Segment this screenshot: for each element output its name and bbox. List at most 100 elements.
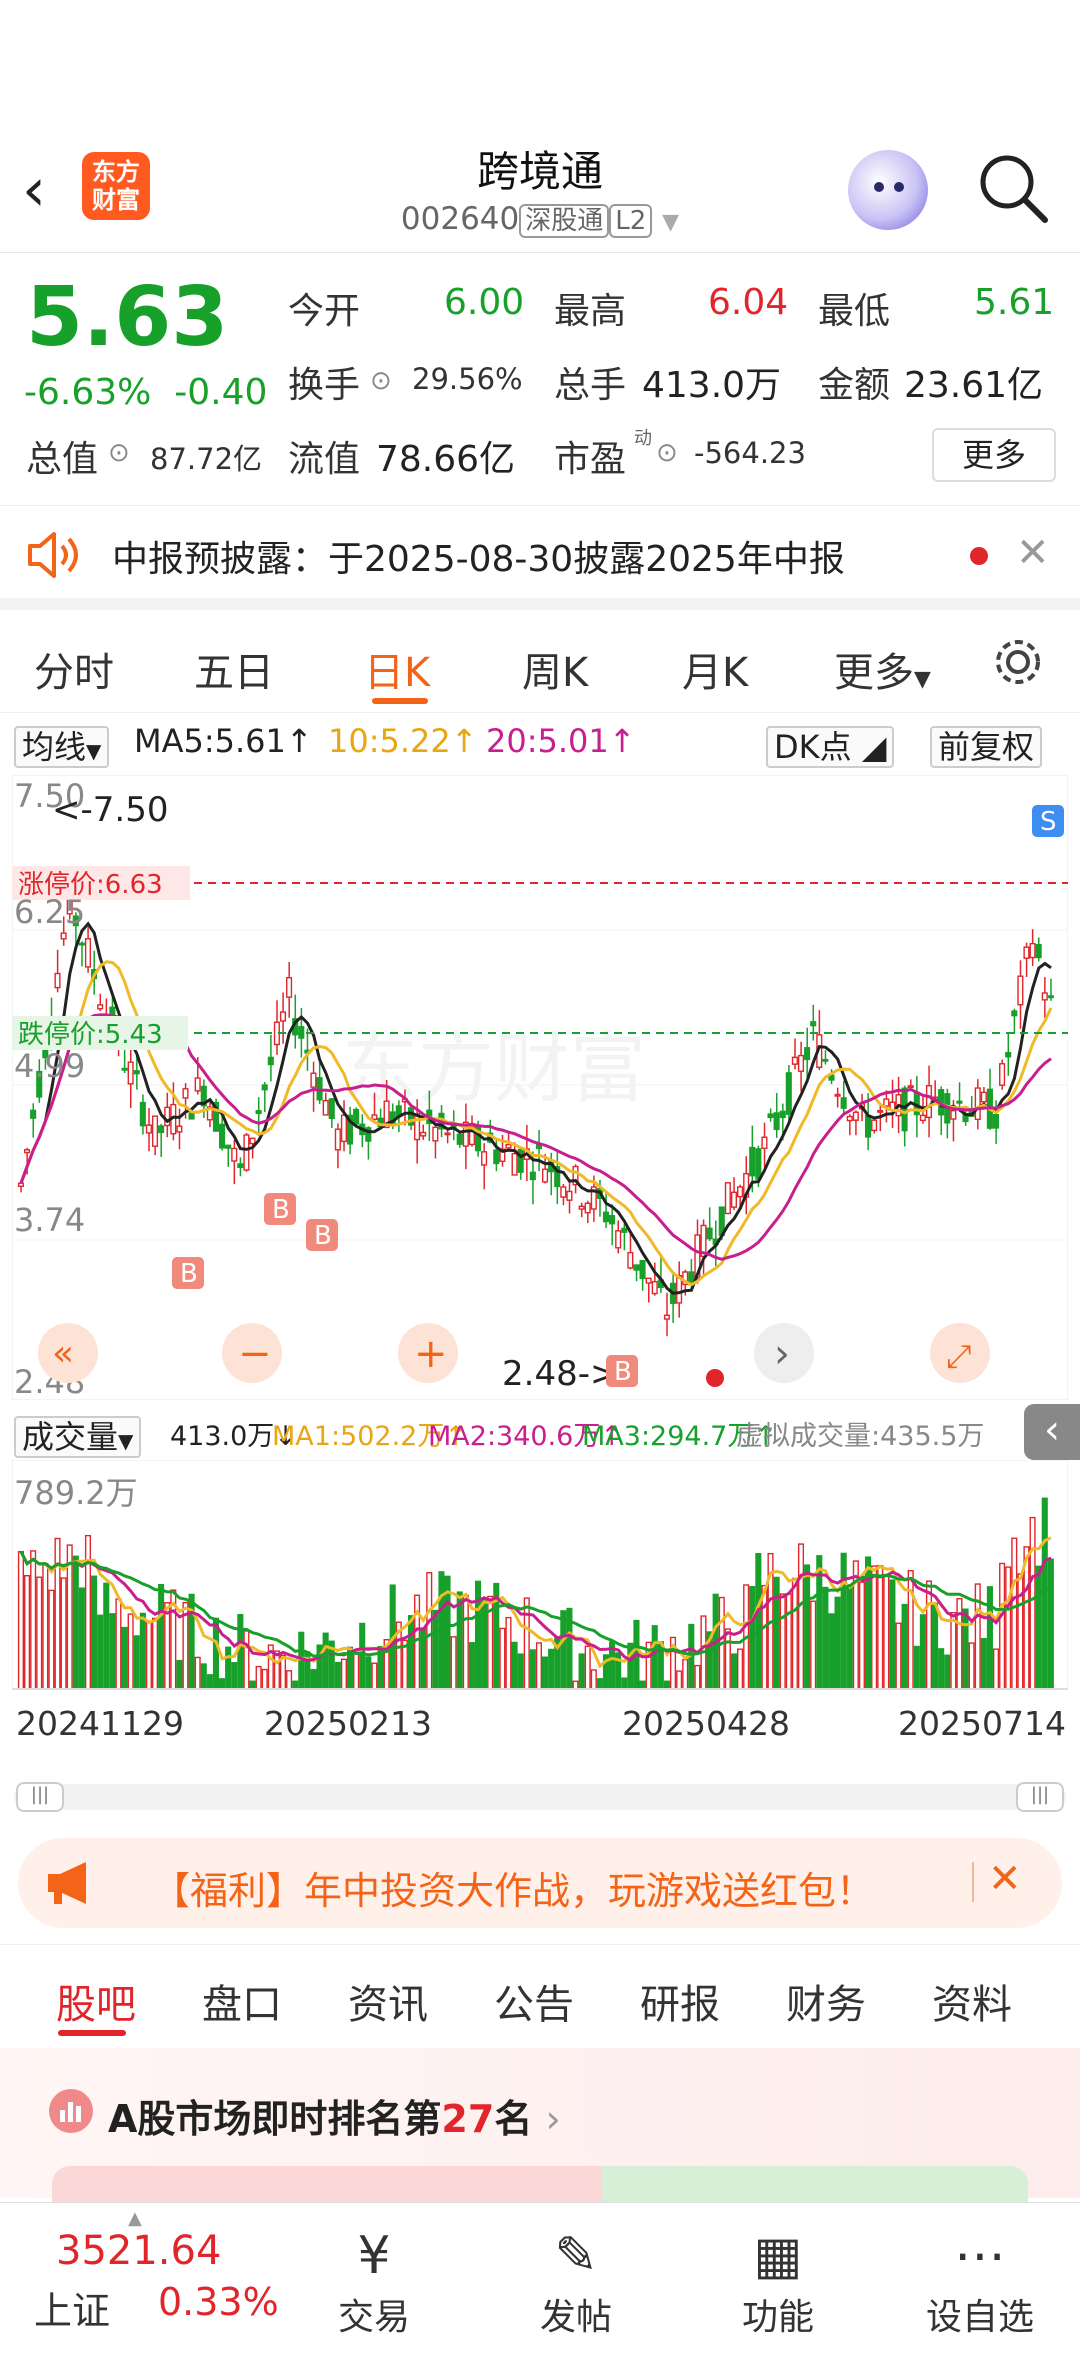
more-button[interactable]: 更多: [932, 428, 1056, 482]
candle: [992, 1113, 1000, 1129]
close-icon[interactable]: ✕: [988, 1856, 1022, 1902]
volume-bar: [17, 1550, 24, 1690]
tab-five-day[interactable]: 五日: [194, 640, 274, 698]
close-icon[interactable]: ✕: [1016, 530, 1050, 576]
volume-chart[interactable]: 789.2万: [12, 1460, 1068, 1690]
candle: [584, 1202, 591, 1214]
virtual-volume: 虚拟成交量:435.5万: [736, 1421, 985, 1452]
volume-bar: [334, 1661, 341, 1690]
tab-order-book[interactable]: 盘口: [202, 1972, 282, 2030]
index-name[interactable]: 上证: [34, 2280, 110, 2335]
volume-bar: [103, 1582, 110, 1690]
pe-value: -564.23: [694, 436, 806, 470]
tab-news[interactable]: 资讯: [348, 1972, 428, 2030]
volume-bar: [84, 1534, 92, 1690]
dk-point-button[interactable]: DK点 ◢: [766, 722, 895, 768]
info-dots-icon[interactable]: ⊙: [108, 438, 130, 468]
y-axis-mid3: 3.74: [14, 1201, 85, 1239]
scroll-handle-left[interactable]: |||: [16, 1782, 64, 1812]
candle: [633, 1264, 640, 1271]
volume-bar: [907, 1569, 914, 1690]
chart-scrollbar[interactable]: [14, 1784, 1066, 1810]
turnover-value: 29.56%: [412, 362, 523, 396]
gear-icon[interactable]: [990, 634, 1046, 690]
candle: [1023, 946, 1030, 959]
volume-bar: [176, 1659, 183, 1690]
high-label: 最高: [554, 291, 627, 332]
candle: [907, 1085, 914, 1089]
nav-trade[interactable]: ¥ 交易: [304, 2224, 444, 2340]
notice-text[interactable]: 中报预披露：于2025-08-30披露2025年中报: [112, 530, 845, 582]
candle: [225, 1144, 232, 1149]
index-change[interactable]: 0.33%: [158, 2280, 279, 2324]
active-tab-underline: [58, 2030, 126, 2036]
volume-bar: [36, 1576, 43, 1690]
nav-post[interactable]: ✎ 发帖: [506, 2224, 646, 2340]
scroll-handle-right[interactable]: |||: [1016, 1782, 1064, 1812]
volume-bar: [901, 1603, 908, 1690]
info-dots-icon[interactable]: ⊙: [656, 438, 678, 468]
volume-bar: [164, 1602, 171, 1690]
info-dots-icon[interactable]: ⊙: [370, 366, 392, 396]
candle: [797, 1054, 805, 1072]
tab-intraday[interactable]: 分时: [34, 640, 114, 698]
tab-profile[interactable]: 资料: [932, 1972, 1012, 2030]
assistant-robot-icon[interactable]: [848, 150, 928, 230]
tab-daily-k[interactable]: 日K: [364, 640, 430, 698]
candle: [133, 1070, 140, 1075]
tab-weekly-k[interactable]: 周K: [522, 640, 588, 698]
volume-bar: [426, 1572, 433, 1690]
candle: [791, 1056, 798, 1065]
candle: [840, 1097, 847, 1109]
ma-selector[interactable]: 均线▼: [14, 722, 110, 768]
buy-signal-marker[interactable]: B: [306, 1219, 338, 1251]
index-value[interactable]: 3521.64: [56, 2228, 221, 2274]
high-value: 6.04: [708, 282, 789, 323]
amount-value: 23.61亿: [904, 365, 1044, 406]
volume-bar: [761, 1584, 768, 1690]
sell-signal-marker[interactable]: S: [1032, 805, 1064, 837]
date-label: 20241129: [16, 1704, 184, 1743]
volume-bar: [541, 1656, 549, 1690]
candle: [706, 1227, 713, 1240]
candle: [481, 1151, 488, 1166]
tab-finance[interactable]: 财务: [786, 1972, 866, 2030]
buy-signal-marker[interactable]: B: [606, 1355, 638, 1387]
rank-bar-green: [602, 2166, 1028, 2202]
volume-bar: [913, 1645, 920, 1690]
total-cap-label: 总值: [26, 439, 99, 480]
buy-signal-marker[interactable]: B: [172, 1257, 204, 1289]
rank-text[interactable]: A股市场即时排名第27名 ›: [108, 2088, 561, 2143]
candle: [602, 1211, 610, 1223]
candle: [267, 1056, 274, 1066]
volume-bar: [584, 1645, 591, 1690]
tab-monthly-k[interactable]: 月K: [682, 640, 748, 698]
candle: [1029, 942, 1036, 959]
watermark: 东方财富: [342, 1027, 646, 1112]
nav-add-watchlist[interactable]: ⋯ 设自选: [910, 2224, 1050, 2340]
volume-bar: [1035, 1565, 1042, 1690]
candle: [822, 1058, 829, 1062]
tab-announcements[interactable]: 公告: [494, 1972, 574, 2030]
candle: [785, 1072, 792, 1115]
volume-bar: [353, 1652, 360, 1690]
tab-research[interactable]: 研报: [640, 1972, 720, 2030]
date-axis-line: [12, 1688, 1068, 1690]
buy-signal-marker[interactable]: B: [264, 1193, 296, 1225]
collapse-panel-button[interactable]: ‹: [1024, 1404, 1080, 1460]
adjust-mode-button[interactable]: 前复权: [930, 722, 1043, 768]
dropdown-triangle-icon: ▼: [914, 667, 931, 692]
tab-forum[interactable]: 股吧: [56, 1972, 136, 2030]
date-label: 20250213: [264, 1704, 432, 1743]
search-icon[interactable]: [975, 150, 1051, 226]
volume-bar: [505, 1616, 512, 1690]
volume-bar: [950, 1611, 957, 1690]
kline-chart[interactable]: 东方财富 涨停价:6.63 跌停价:5.43 7.50 6.25 4.99 3.…: [12, 775, 1068, 1400]
volume-bar: [432, 1609, 439, 1690]
tab-more[interactable]: 更多▼: [834, 640, 931, 698]
volume-bar: [1005, 1566, 1012, 1690]
volume-selector[interactable]: 成交量▼: [14, 1412, 142, 1458]
nav-functions[interactable]: ▦ 功能: [708, 2224, 848, 2340]
candle: [529, 1171, 536, 1181]
promo-text[interactable]: 【福利】年中投资大作战，玩游戏送红包！: [152, 1860, 874, 1915]
